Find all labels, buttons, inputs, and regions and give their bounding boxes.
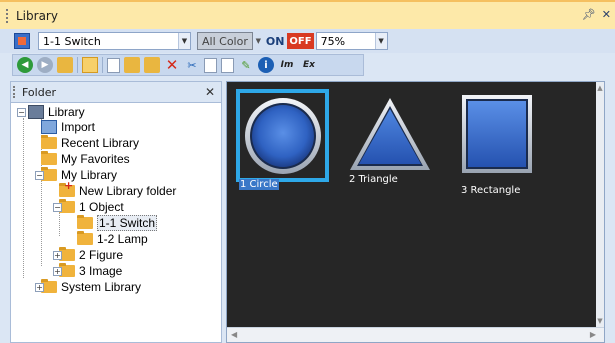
library-item-rectangle[interactable]: 3 Rectangle xyxy=(457,82,569,196)
new-folder-icon xyxy=(59,179,75,197)
scroll-right-icon[interactable]: ▶ xyxy=(590,330,596,339)
triangle-shape xyxy=(350,98,430,170)
new-folder-icon[interactable] xyxy=(107,57,120,73)
drag-grip-icon[interactable] xyxy=(13,86,17,98)
library-window: Library 📌︎ ✕ 1-1 Switch ▼ All Color ▼ ON… xyxy=(0,0,615,343)
tree-line xyxy=(23,118,24,278)
tree-line xyxy=(41,180,42,266)
library-items: 1 Circle 2 Triangle 3 Rectangle xyxy=(227,82,597,327)
import-icon xyxy=(41,120,57,134)
tree-node-my-library[interactable]: − My Library xyxy=(35,167,117,183)
copy-to-icon[interactable] xyxy=(124,57,140,73)
tree-node-label: Library xyxy=(48,105,85,119)
circle-shape xyxy=(245,98,321,174)
collapse-icon[interactable]: − xyxy=(17,107,26,117)
tree-node-library[interactable]: − Library xyxy=(17,104,85,120)
chevron-down-icon[interactable]: ▼ xyxy=(374,33,387,49)
tree-line xyxy=(59,212,60,236)
delete-icon[interactable]: ✕ xyxy=(164,56,180,74)
on-state-button[interactable]: ON xyxy=(266,35,285,48)
tree-node-label: 3 Image xyxy=(79,264,123,278)
tree-node-label: System Library xyxy=(61,280,142,294)
close-icon[interactable]: ✕ xyxy=(602,8,611,21)
library-select-value: 1-1 Switch xyxy=(43,34,101,48)
tree-node-label: 1 Object xyxy=(79,200,124,214)
library-item-label: 2 Triangle xyxy=(349,174,398,185)
close-icon[interactable]: ✕ xyxy=(205,85,215,99)
view-mode-icon[interactable] xyxy=(82,57,98,73)
library-item-label: 1 Circle xyxy=(239,179,279,190)
up-folder-icon[interactable] xyxy=(57,57,73,73)
copy-icon[interactable] xyxy=(204,57,217,73)
tree-node-label: 1-1 Switch xyxy=(97,215,158,231)
color-select-value: All Color xyxy=(197,32,253,50)
paste-icon[interactable] xyxy=(221,57,234,73)
tree-node-label: Recent Library xyxy=(61,136,140,150)
collapse-icon[interactable]: − xyxy=(35,170,44,180)
folder-panel: Folder ✕ − Library Import Recent Library… xyxy=(10,81,222,343)
chevron-down-icon[interactable]: ▼ xyxy=(178,33,190,49)
tree-node-my-favorites[interactable]: My Favorites xyxy=(41,151,130,167)
expand-icon[interactable]: + xyxy=(35,282,44,292)
export-icon[interactable]: Ex xyxy=(300,57,318,73)
tree-node-2-figure[interactable]: + 2 Figure xyxy=(53,247,123,263)
library-icon xyxy=(14,33,30,49)
tree-node-1-1-switch[interactable]: 1-1 Switch xyxy=(77,215,158,231)
tree-node-3-image[interactable]: + 3 Image xyxy=(53,263,122,279)
folder-icon xyxy=(41,151,57,165)
folder-panel-title: Folder xyxy=(22,85,56,99)
tree-node-label: 2 Figure xyxy=(79,248,124,262)
scroll-up-icon[interactable]: ▲ xyxy=(596,84,604,92)
collapse-icon[interactable]: − xyxy=(53,202,62,212)
library-select[interactable]: 1-1 Switch ▼ xyxy=(38,32,191,50)
scroll-down-icon[interactable]: ▼ xyxy=(596,317,604,325)
tree-node-label: New Library folder xyxy=(79,184,177,198)
folder-panel-header: Folder ✕ xyxy=(11,82,221,103)
add-folder-icon[interactable] xyxy=(144,57,160,73)
title-bar[interactable]: Library 📌︎ ✕ xyxy=(0,0,615,29)
library-item-label: 3 Rectangle xyxy=(461,185,521,196)
tree-node-import[interactable]: Import xyxy=(41,119,95,135)
edit-icon[interactable]: ✎ xyxy=(238,57,254,73)
tree-node-system-library[interactable]: + System Library xyxy=(35,279,141,295)
selection-toolbar: 1-1 Switch ▼ All Color ▼ ON OFF 75% ▼ xyxy=(0,29,615,53)
cut-icon[interactable]: ✂ xyxy=(184,57,200,73)
zoom-select-value: 75% xyxy=(320,34,346,48)
tree-node-new-library-folder[interactable]: New Library folder xyxy=(59,179,177,199)
tree-node-1-2-lamp[interactable]: 1-2 Lamp xyxy=(77,231,148,247)
tree-node-label: 1-2 Lamp xyxy=(97,232,148,246)
folder-icon xyxy=(41,135,57,149)
expand-icon[interactable]: + xyxy=(53,250,62,260)
toolbar-separator xyxy=(77,57,78,73)
action-toolbar: ◀ ▶ ✕ ✂ ✎ i Im Ex xyxy=(12,54,364,76)
rectangle-shape xyxy=(462,95,532,173)
tree-node-1-object[interactable]: − 1 Object xyxy=(53,199,124,215)
library-item-triangle[interactable]: 2 Triangle xyxy=(343,82,455,194)
toolbar-separator xyxy=(102,57,103,73)
expand-icon[interactable]: + xyxy=(53,266,62,276)
window-title: Library xyxy=(16,8,58,23)
import-icon[interactable]: Im xyxy=(278,57,296,73)
forward-icon[interactable]: ▶ xyxy=(37,57,53,73)
horizontal-scrollbar[interactable]: ◀ ▶ xyxy=(227,327,604,342)
chevron-down-icon[interactable]: ▼ xyxy=(253,32,264,50)
scroll-left-icon[interactable]: ◀ xyxy=(231,330,237,339)
library-item-circle[interactable]: 1 Circle xyxy=(227,82,339,194)
folder-icon xyxy=(77,231,93,245)
library-icon xyxy=(28,105,44,119)
folder-tree: − Library Import Recent Library My Favor… xyxy=(11,104,221,342)
info-icon[interactable]: i xyxy=(258,57,274,73)
off-state-button[interactable]: OFF xyxy=(287,33,314,49)
back-icon[interactable]: ◀ xyxy=(17,57,33,73)
vertical-scrollbar[interactable]: ▲ ▼ xyxy=(596,82,604,327)
tree-node-label: My Favorites xyxy=(61,152,130,166)
pin-icon[interactable]: 📌︎ xyxy=(582,8,596,21)
tree-node-label: Import xyxy=(61,120,96,134)
library-view: 1 Circle 2 Triangle 3 Rectangle ▲ ▼ ◀ ▶ xyxy=(226,81,605,343)
tree-node-recent-library[interactable]: Recent Library xyxy=(41,135,139,151)
folder-open-icon xyxy=(77,215,93,229)
zoom-select[interactable]: 75% ▼ xyxy=(315,32,388,50)
color-select[interactable]: All Color ▼ xyxy=(197,32,264,50)
drag-grip-icon[interactable] xyxy=(6,8,10,23)
